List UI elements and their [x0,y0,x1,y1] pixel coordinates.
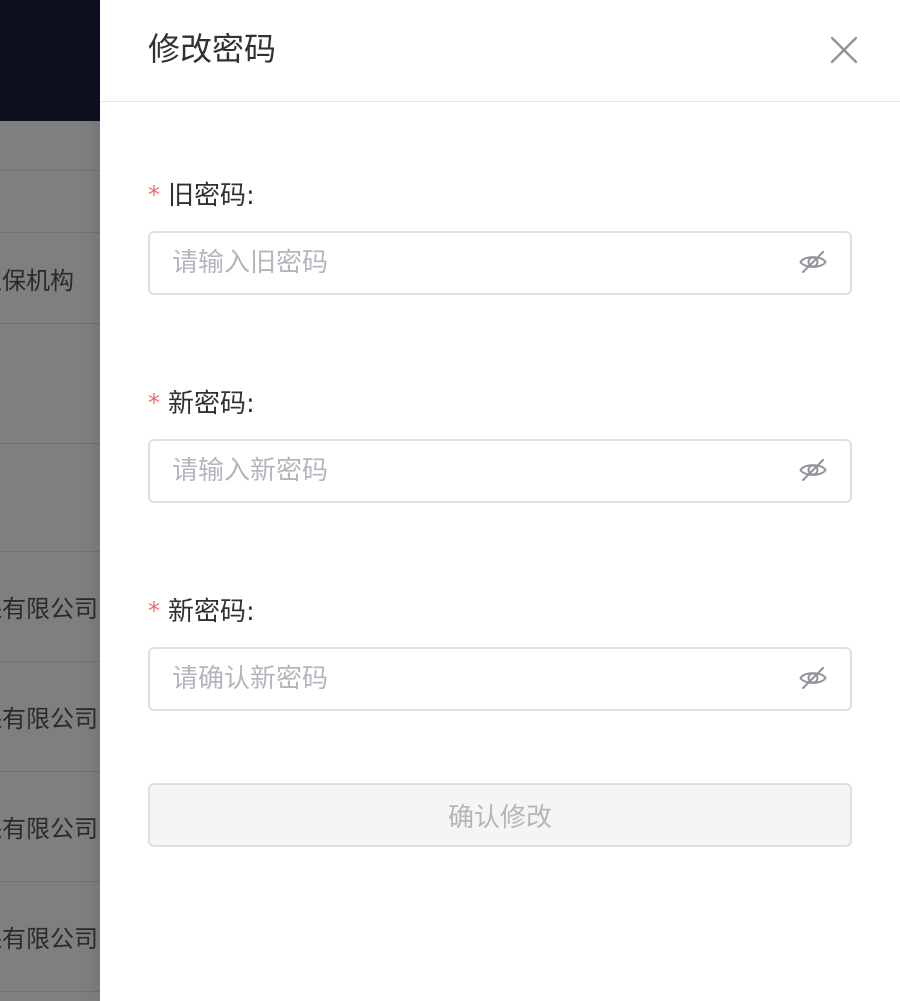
form-label: * 新密码: [148,384,852,419]
old-password-input-wrapper [148,231,852,295]
new-password-input[interactable] [150,443,770,499]
form-item-old-password: * 旧密码: [148,176,852,295]
old-password-input[interactable] [150,235,770,291]
page: 担保机构 保有限公司 保有限公司 保有限公司 保有限公司 修改密码 [0,0,900,1001]
toggle-visibility-button[interactable] [798,455,828,485]
form-label: * 旧密码: [148,176,852,211]
eye-off-icon [799,251,827,273]
drawer-title: 修改密码 [148,30,277,68]
change-password-drawer: 修改密码 * 旧密码: * 新密码: * 新密码: 确认修改 [100,0,900,1001]
required-mark: * [148,181,160,209]
drawer-header: 修改密码 [100,0,900,102]
eye-off-icon [799,459,827,481]
new-password-input-wrapper [148,439,852,503]
confirm-password-input[interactable] [150,651,770,707]
field-label: 新密码: [168,596,255,627]
close-button[interactable] [828,34,860,66]
field-label: 新密码: [168,388,255,419]
form-item-confirm-password: * 新密码: [148,592,852,711]
confirm-password-input-wrapper [148,647,852,711]
required-mark: * [148,389,160,417]
field-label: 旧密码: [168,180,255,211]
confirm-change-button[interactable]: 确认修改 [148,783,852,847]
toggle-visibility-button[interactable] [798,247,828,277]
required-mark: * [148,597,160,625]
form-label: * 新密码: [148,592,852,627]
form-item-new-password: * 新密码: [148,384,852,503]
eye-off-icon [799,667,827,689]
toggle-visibility-button[interactable] [798,663,828,693]
close-icon [830,36,858,64]
